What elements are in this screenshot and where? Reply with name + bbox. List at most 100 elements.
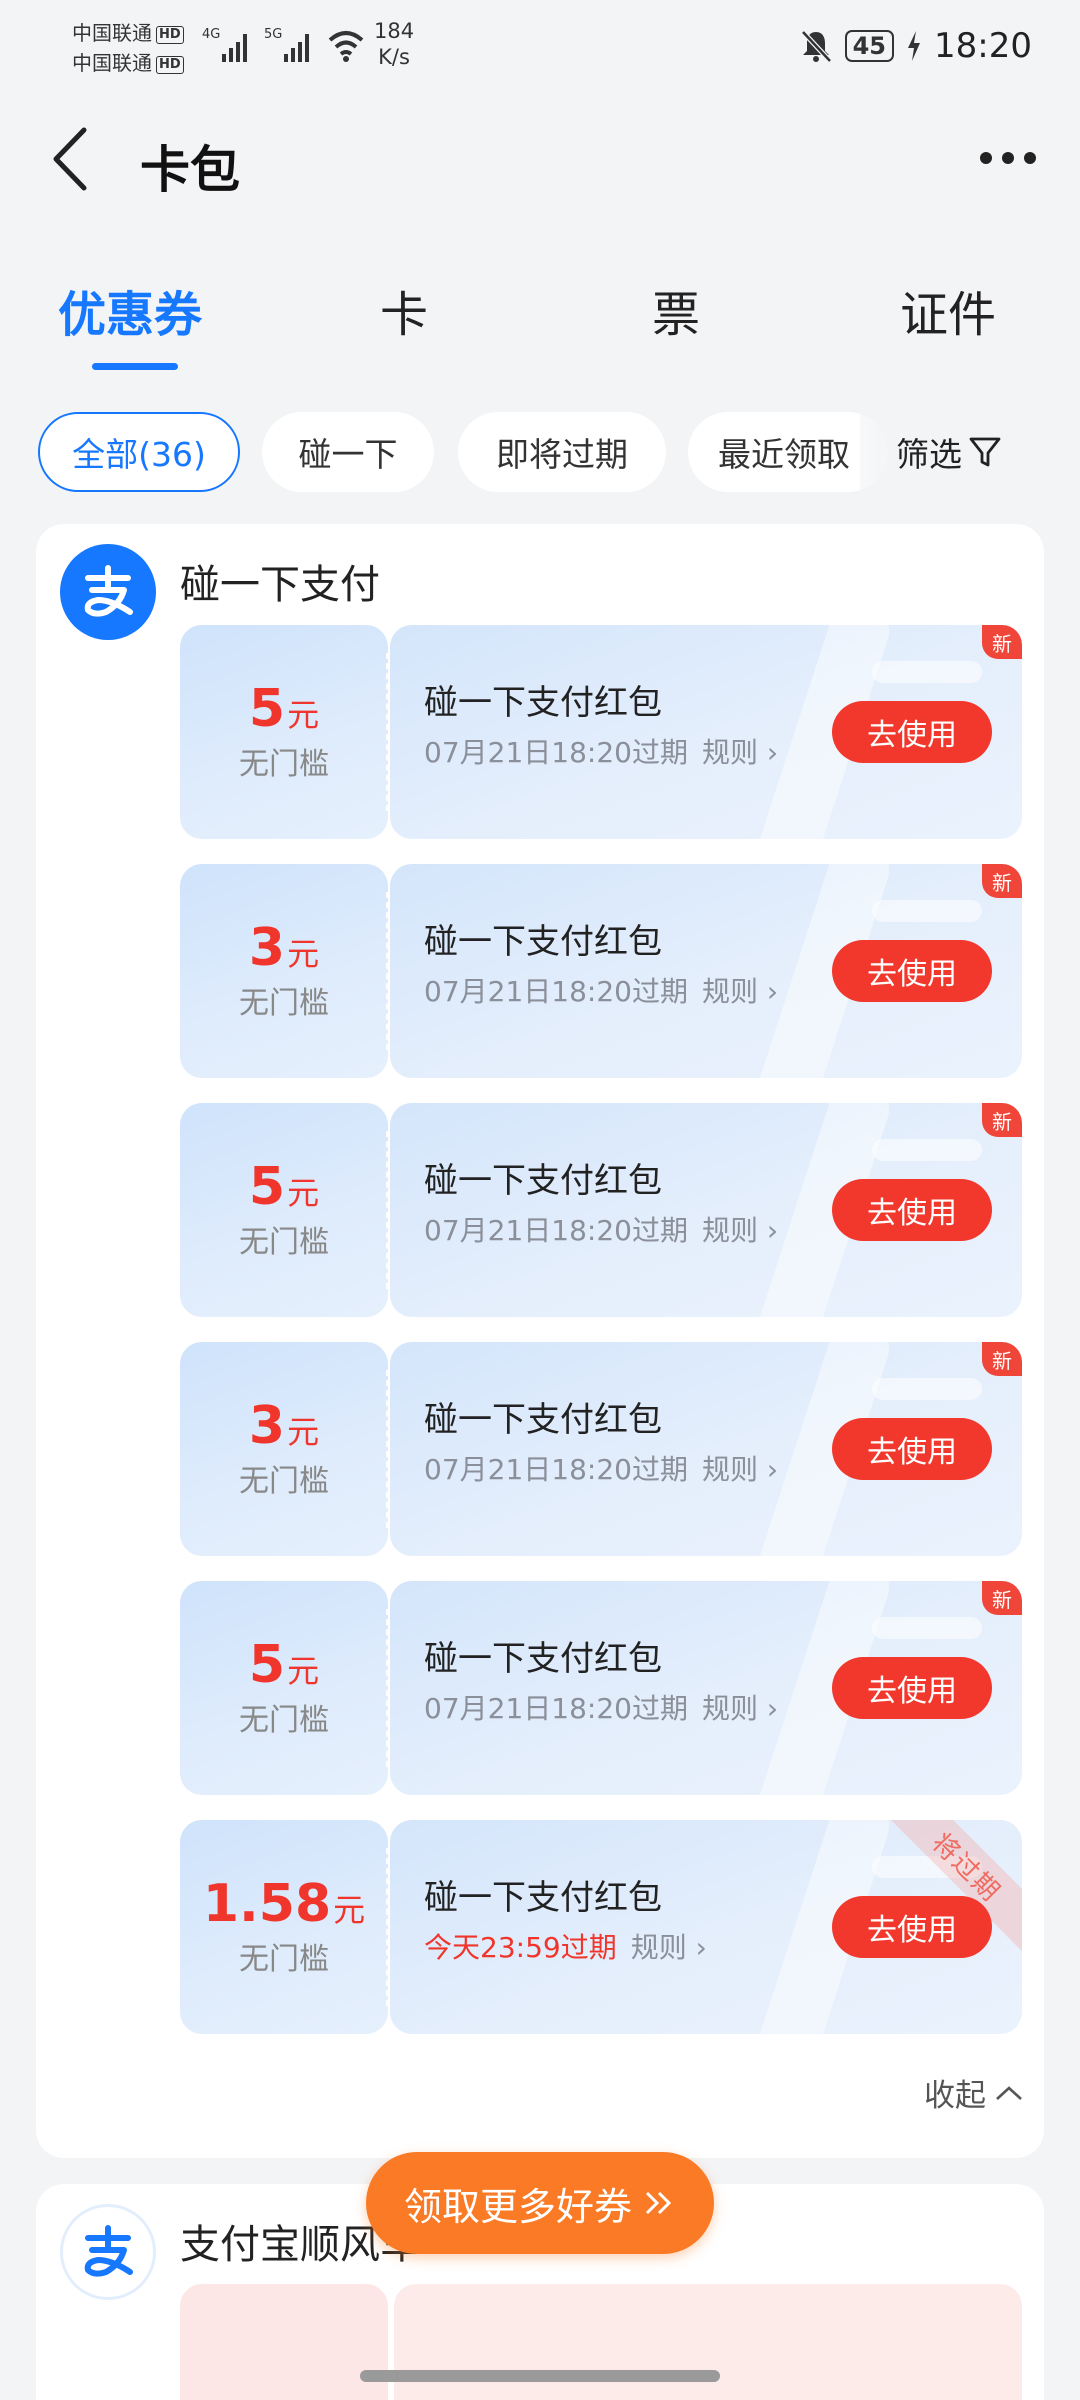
use-coupon-button[interactable]: 去使用 [832,1896,992,1958]
filter-funnel-icon [969,437,1001,467]
carrier-2: 中国联通 [72,51,152,75]
coupon-title: 碰一下支付红包 [424,1639,662,1679]
back-arrow-icon[interactable] [46,124,96,194]
speed-unit: K/s [378,45,410,69]
coupon-card: 5元 无门槛 碰一下支付红包 07月21日18:20过期 规则 › 去使用 新 [180,1103,1022,1317]
carrier-1: 中国联通 [72,21,152,45]
coupon-amount: 5元 [248,679,320,739]
chip-expiring[interactable]: 即将过期 [458,412,666,492]
coupon-card-expiring: 将过期 1.58元 无门槛 碰一下支付红包 今天23:59过期 规则 › 去使用 [180,1820,1022,2034]
coupon-expire: 07月21日18:20过期 规则 › [424,1453,779,1486]
coupon-card: 5元 无门槛 碰一下支付红包 07月21日18:20过期 规则 › 去使用 新 [180,1581,1022,1795]
coupon-card: 5元 无门槛 碰一下支付红包 07月21日18:20过期 规则 › 去使用 新 [180,625,1022,839]
coupon-expire: 今天23:59过期 规则 › [424,1931,707,1964]
coupon-amount: 1.58元 [202,1874,366,1934]
new-badge: 新 [982,1342,1022,1376]
chevron-right-icon: › [766,736,779,769]
coupon-value-panel [180,2284,388,2400]
get-more-coupons-button[interactable]: 领取更多好券 [366,2152,714,2254]
tab-cards[interactable]: 卡 [380,275,428,345]
tab-indicator [92,363,178,370]
tab-coupons[interactable]: 优惠券 [58,275,202,345]
coupon-amount: 3元 [248,918,320,978]
coupon-threshold: 无门槛 [239,1942,329,1977]
wifi-icon [328,31,364,62]
rule-link[interactable]: 规则 [702,1214,758,1247]
alipay-logo-icon [60,544,156,640]
coupon-amount: 5元 [248,1635,320,1695]
hd-badge: HD [156,26,184,44]
page-title: 卡包 [140,141,240,199]
rule-link[interactable]: 规则 [631,1931,687,1964]
chevron-right-icon: › [766,1692,779,1725]
coupon-threshold: 无门槛 [239,1464,329,1499]
chevron-up-icon [996,2085,1022,2100]
chevron-right-icon: › [766,1453,779,1486]
collapse-label: 收起 [924,2078,986,2114]
more-options-icon[interactable] [980,148,1036,168]
status-right: 45 18:20 [799,24,1032,68]
rule-link[interactable]: 规则 [702,975,758,1008]
filter-label: 筛选 [896,435,962,474]
chip-touch[interactable]: 碰一下 [262,412,434,492]
coupon-title: 碰一下支付红包 [424,1400,662,1440]
coupon-title: 碰一下支付红包 [424,683,662,723]
get-more-label: 领取更多好券 [403,2184,632,2229]
alipay-carpool-logo-icon [60,2204,156,2300]
coupon-card: 3元 无门槛 碰一下支付红包 07月21日18:20过期 规则 › 去使用 新 [180,864,1022,1078]
chevron-right-icon: › [695,1931,707,1964]
use-coupon-button[interactable]: 去使用 [832,1657,992,1719]
new-badge: 新 [982,1103,1022,1137]
tab-documents[interactable]: 证件 [900,275,996,345]
speed-value: 184 [374,19,415,43]
rule-link[interactable]: 规则 [702,736,758,769]
coupon-threshold: 无门槛 [239,986,329,1021]
charging-icon [908,31,921,61]
coupon-threshold: 无门槛 [239,1225,329,1260]
coupon-amount: 5元 [248,1157,320,1217]
coupon-expire: 07月21日18:20过期 规则 › [424,975,779,1008]
coupon-expire: 07月21日18:20过期 规则 › [424,1214,779,1247]
use-coupon-button[interactable]: 去使用 [832,1418,992,1480]
carrier-info: 中国联通 HD 中国联通 HD [72,18,184,78]
clock: 18:20 [934,26,1032,66]
coupon-expire: 07月21日18:20过期 规则 › [424,1692,779,1725]
collapse-button[interactable]: 收起 [924,2070,1024,2115]
coupon-title: 碰一下支付红包 [424,1161,662,1201]
coupon-card: 3元 无门槛 碰一下支付红包 07月21日18:20过期 规则 › 去使用 新 [180,1342,1022,1556]
filter-chips: 全部(36) 碰一下 即将过期 最近领取 筛选 [0,402,1080,502]
use-coupon-button[interactable]: 去使用 [832,1179,992,1241]
battery-level: 45 [844,30,895,62]
signal-5g-icon: 5G [264,27,309,62]
bell-muted-icon [800,30,832,63]
coupon-expire: 07月21日18:20过期 规则 › [424,736,779,769]
filter-button[interactable]: 筛选 [860,412,1080,492]
chevron-right-icon: › [766,1214,779,1247]
coupon-threshold: 无门槛 [239,747,329,782]
new-badge: 新 [982,625,1022,659]
rule-link[interactable]: 规则 [702,1692,758,1725]
use-coupon-button[interactable]: 去使用 [832,940,992,1002]
chip-all[interactable]: 全部(36) [38,412,240,492]
double-chevron-right-icon [645,2191,672,2215]
app-header: 卡包 [0,110,1080,210]
signal-4g-icon: 4G [202,27,247,62]
chip-recent[interactable]: 最近领取 [688,412,888,492]
coupon-title: 碰一下支付红包 [424,1878,662,1918]
hd-badge: HD [156,56,184,74]
net-5g-label: 5G [264,27,282,42]
coupon-amount: 3元 [248,1396,320,1456]
net-4g-label: 4G [202,27,220,42]
network-speed: 184 K/s [374,18,414,70]
use-coupon-button[interactable]: 去使用 [832,701,992,763]
tab-tickets[interactable]: 票 [652,275,700,345]
status-bar: 中国联通 HD 中国联通 HD 4G 5G 184 K/s 45 18:20 [0,0,1080,90]
chevron-right-icon: › [766,975,779,1008]
new-badge: 新 [982,1581,1022,1615]
new-badge: 新 [982,864,1022,898]
group-title: 碰一下支付 [180,562,380,608]
home-indicator[interactable] [360,2370,720,2382]
coupon-title: 碰一下支付红包 [424,922,662,962]
coupon-info-panel [394,2284,1022,2400]
rule-link[interactable]: 规则 [702,1453,758,1486]
